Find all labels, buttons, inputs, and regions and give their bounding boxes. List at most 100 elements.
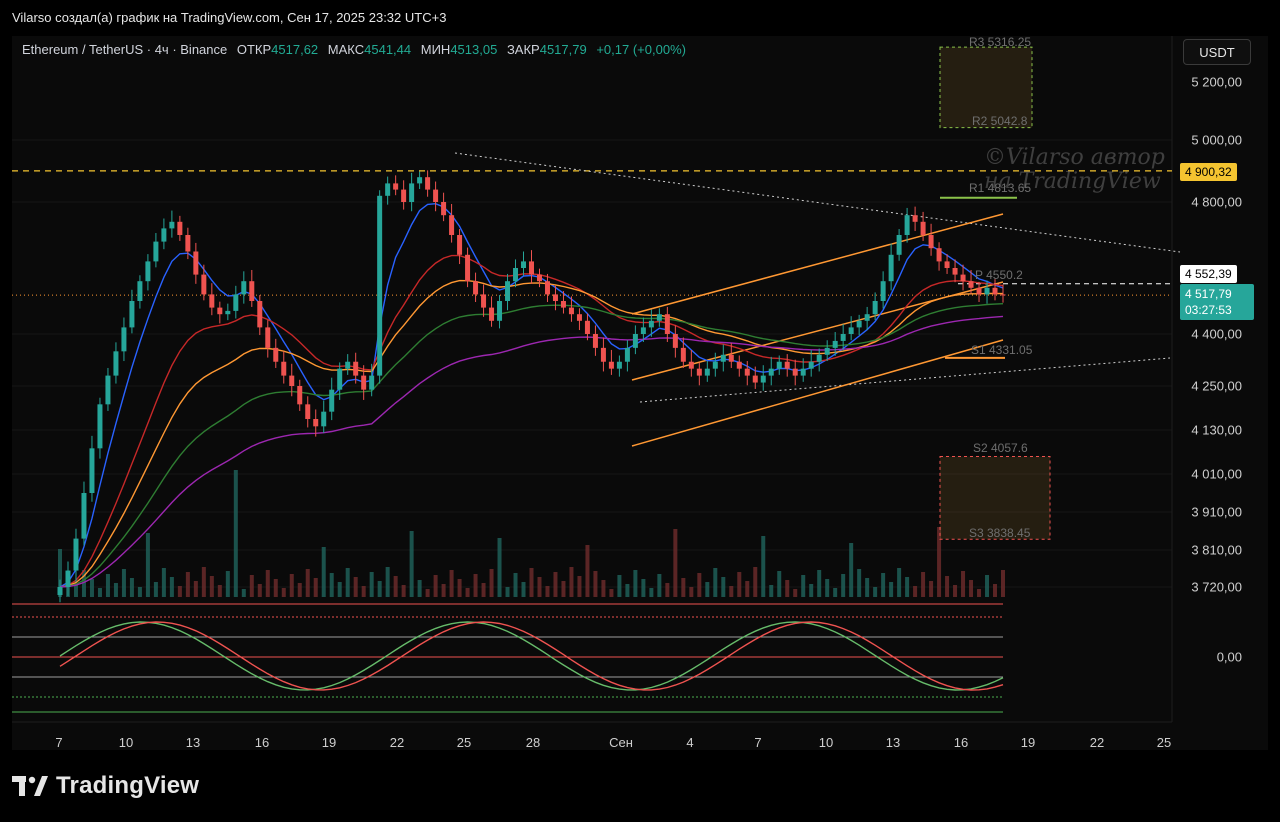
volume-bar	[617, 575, 622, 597]
volume-bar	[793, 589, 798, 597]
candle-body	[217, 307, 223, 315]
volume-bar	[697, 573, 702, 597]
candle-body	[449, 215, 455, 235]
x-tick: 22	[1089, 735, 1105, 750]
volume-bar	[281, 588, 286, 597]
candle-body	[688, 361, 694, 369]
candle-body	[880, 281, 886, 301]
candle-body	[576, 314, 582, 321]
volume-bar	[785, 580, 790, 597]
candle-body	[968, 281, 974, 288]
price-tick: 4 800,00	[1191, 194, 1242, 210]
price-chart[interactable]	[0, 0, 1280, 822]
volume-bar	[673, 529, 678, 597]
moving-average-line	[59, 254, 1004, 588]
low-label: МИН	[420, 42, 451, 57]
volume-bar	[337, 582, 342, 597]
price-tick: 4 010,00	[1191, 466, 1242, 482]
price-tick: 5 000,00	[1191, 132, 1242, 148]
volume-bar	[609, 589, 614, 597]
candle-body	[624, 347, 630, 362]
volume-bar	[641, 579, 646, 597]
candle-body	[417, 177, 423, 184]
countdown-value: 03:27:53	[1185, 303, 1232, 317]
candle-body	[497, 301, 503, 321]
candle-body	[273, 347, 279, 362]
candle-body	[808, 361, 814, 369]
candle-body	[648, 320, 654, 328]
volume-bar	[865, 578, 870, 597]
candle-body	[81, 493, 87, 539]
candle-body	[600, 347, 606, 362]
tradingview-logo-icon	[12, 776, 48, 796]
candle-body	[121, 327, 127, 352]
volume-bar	[393, 576, 398, 597]
volume-bar	[1001, 570, 1005, 597]
candle-body	[784, 361, 790, 369]
volume-bar	[369, 572, 374, 597]
candle-body	[113, 351, 119, 376]
volume-bar	[457, 579, 462, 597]
x-tick: 16	[953, 735, 969, 750]
pivot-r1-label: R1 4813.65	[969, 181, 1032, 195]
candle-body	[385, 183, 391, 196]
candle-body	[65, 570, 71, 587]
volume-bar	[201, 567, 206, 597]
volume-bar	[945, 576, 950, 597]
volume-bar	[561, 581, 566, 597]
candle-body	[145, 261, 151, 282]
x-tick: 22	[389, 735, 405, 750]
volume-bar	[273, 579, 278, 597]
pivot-p-label: P 4550.2	[975, 268, 1023, 282]
candle-body	[656, 314, 662, 321]
candle-body	[664, 314, 670, 334]
open-label: ОТКР	[236, 42, 272, 57]
low-value: 4513,05	[450, 42, 498, 57]
candle-body	[992, 287, 998, 295]
volume-bar	[905, 577, 910, 597]
pivot-r2-label: R2 5042.8	[972, 114, 1028, 128]
volume-bar	[729, 586, 734, 597]
volume-bars	[58, 470, 1005, 597]
x-tick: 13	[885, 735, 901, 750]
candle-body	[241, 281, 247, 295]
volume-bar	[217, 585, 222, 597]
candle-body	[904, 215, 910, 235]
volume-bar	[153, 582, 158, 597]
volume-bar	[817, 570, 822, 597]
candle-body	[632, 334, 638, 348]
volume-bar	[209, 576, 214, 597]
price-tick: 5 200,00	[1191, 74, 1242, 90]
x-tick: 19	[1020, 735, 1036, 750]
candle-body	[265, 327, 271, 348]
volume-bar	[985, 575, 990, 597]
volume-bar	[473, 574, 478, 597]
candle-body	[776, 361, 782, 369]
volume-bar	[529, 568, 534, 597]
currency-button[interactable]: USDT	[1183, 39, 1251, 65]
volume-bar	[849, 543, 854, 597]
candle-body	[608, 361, 614, 369]
candle-body	[345, 361, 351, 369]
volume-bar	[97, 588, 102, 597]
candle-body	[856, 320, 862, 328]
volume-bar	[657, 574, 662, 597]
price-tick: 3 810,00	[1191, 542, 1242, 558]
volume-bar	[961, 571, 966, 597]
candle-body	[457, 235, 463, 255]
volume-bar	[89, 579, 94, 597]
volume-bar	[545, 586, 550, 597]
candle-body	[824, 347, 830, 355]
volume-bar	[577, 576, 582, 597]
volume-bar	[321, 547, 326, 597]
high-label: МАКС	[327, 42, 365, 57]
pivot-s2-label: S2 4057.6	[973, 441, 1028, 455]
volume-bar	[377, 581, 382, 597]
volume-bar	[977, 589, 982, 597]
candle-body	[728, 354, 734, 362]
volume-bar	[593, 571, 598, 597]
volume-bar	[465, 588, 470, 597]
candle-body	[313, 419, 319, 427]
open-value: 4517,62	[271, 42, 319, 57]
volume-bar	[489, 569, 494, 597]
